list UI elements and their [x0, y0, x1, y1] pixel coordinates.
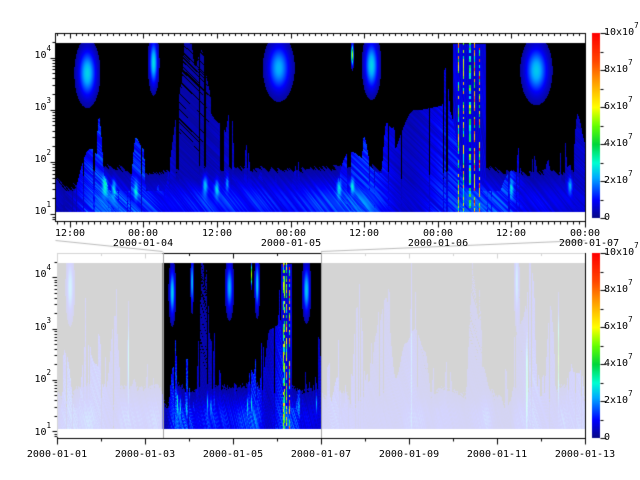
top-xtick-label: 12:00 — [496, 228, 526, 240]
top-ytick-label: 101 — [25, 206, 51, 218]
top-xtick-label: 12:00 — [349, 228, 379, 240]
bottom-xdate-label: 2000-01-09 — [379, 449, 439, 461]
top-xdate-label: 2000-01-04 — [113, 238, 173, 250]
colorbar-bottom-tick-label: 4x107 — [604, 358, 633, 370]
colorbar-top-tick-label: 4x107 — [604, 138, 633, 150]
overview-spectrogram-plot[interactable] — [57, 253, 585, 438]
bottom-xdate-label: 2000-01-01 — [27, 449, 87, 461]
colorbar-top-tick-label: 8x107 — [604, 64, 633, 76]
colorbar-bottom — [592, 253, 601, 438]
bottom-xdate-label: 2000-01-05 — [203, 449, 263, 461]
bottom-ytick-label: 101 — [25, 427, 51, 439]
top-xdate-label: 2000-01-05 — [261, 238, 321, 250]
colorbar-bottom-tick-label: 2x107 — [604, 395, 633, 407]
bottom-ytick-label: 104 — [25, 269, 51, 281]
top-spectrogram-plot[interactable] — [55, 33, 585, 221]
bottom-ytick-label: 102 — [25, 374, 51, 386]
top-xtick-label: 12:00 — [202, 228, 232, 240]
colorbar-bottom-tick-label: 6x107 — [604, 321, 633, 333]
colorbar-top-tick-label: 0 — [604, 212, 610, 224]
bottom-xdate-label: 2000-01-03 — [115, 449, 175, 461]
colorbar-top — [592, 33, 601, 218]
top-ytick-label: 104 — [25, 50, 51, 62]
colorbar-bottom-tick-label: 10x107 — [604, 247, 639, 259]
top-ytick-label: 103 — [25, 102, 51, 114]
colorbar-bottom-tick-label: 8x107 — [604, 284, 633, 296]
top-xtick-label: 12:00 — [55, 228, 85, 240]
bottom-ytick-label: 103 — [25, 322, 51, 334]
colorbar-bottom-tick-label: 0 — [604, 432, 610, 444]
bottom-xdate-label: 2000-01-13 — [555, 449, 615, 461]
colorbar-top-tick-label: 2x107 — [604, 175, 633, 187]
bottom-xdate-label: 2000-01-11 — [467, 449, 527, 461]
colorbar-top-tick-label: 10x107 — [604, 27, 639, 39]
time-range-selection[interactable] — [162, 253, 321, 438]
top-ytick-label: 102 — [25, 154, 51, 166]
top-xdate-label: 2000-01-06 — [408, 238, 468, 250]
bottom-xdate-label: 2000-01-07 — [291, 449, 351, 461]
colorbar-top-tick-label: 6x107 — [604, 101, 633, 113]
spectrogram-viewer: 12:00 00:00 12:00 00:00 12:00 00:00 12:0… — [0, 0, 640, 480]
